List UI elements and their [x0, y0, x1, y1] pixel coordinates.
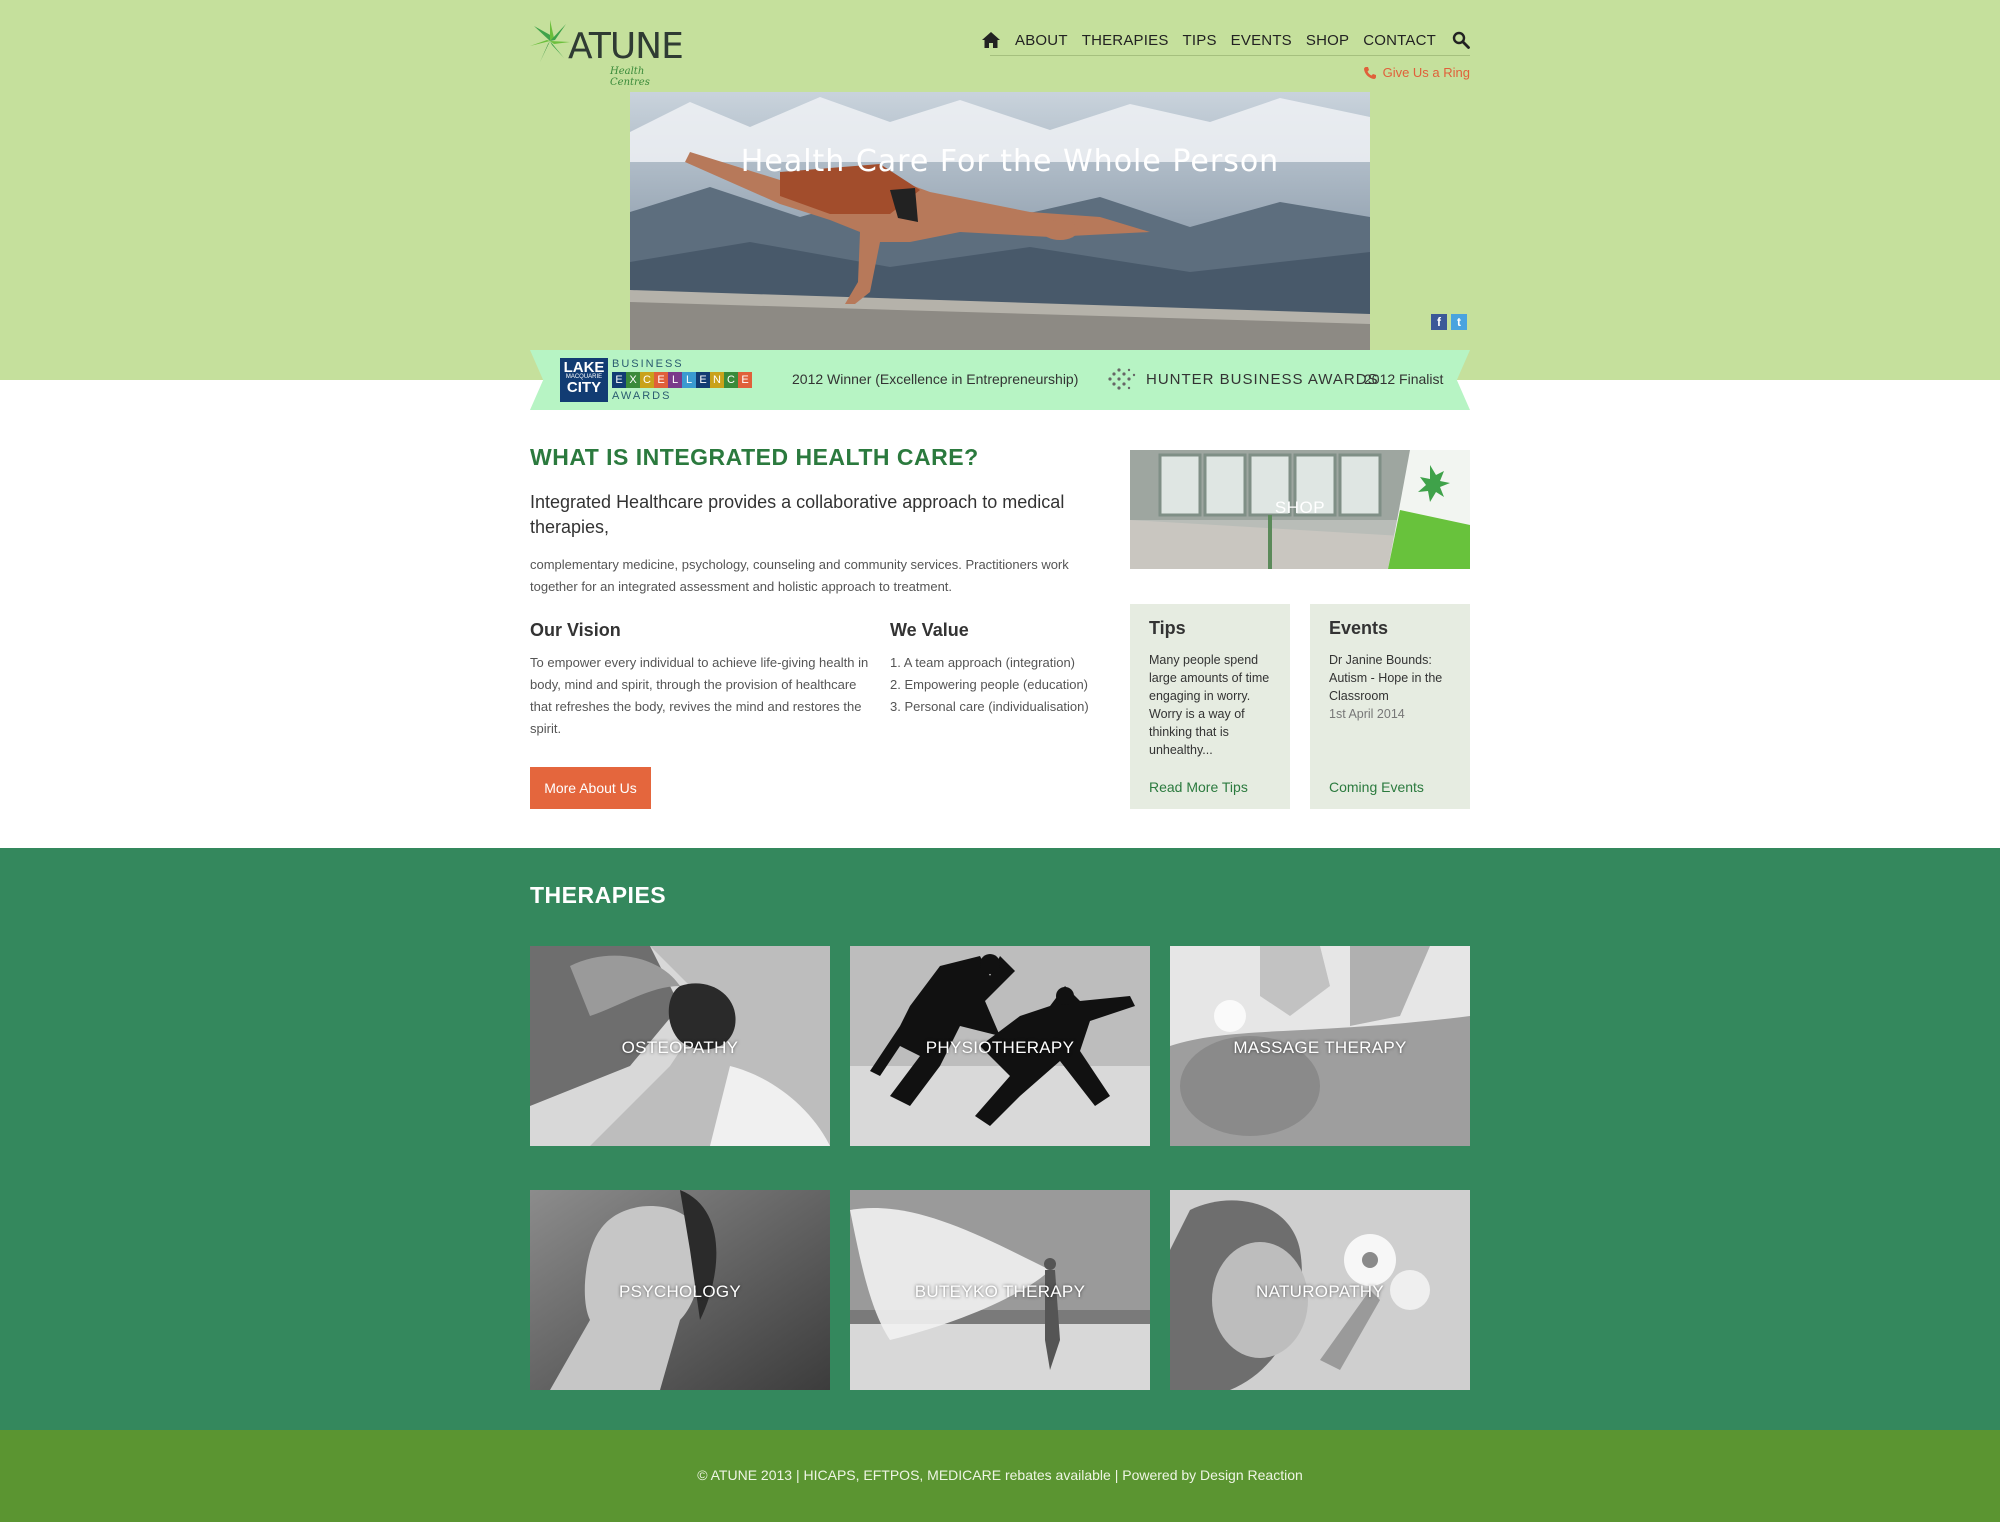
phone-icon [1363, 66, 1376, 79]
therapy-tile-buteyko[interactable]: BUTEYKO THERAPY [850, 1190, 1150, 1390]
excellence-letter: E [696, 372, 710, 388]
tips-card: Tips Many people spend large amounts of … [1130, 604, 1290, 809]
brand-tagline: Health Centres [610, 66, 650, 88]
excellence-letter: E [654, 372, 668, 388]
excellence-strip: EXCELLENCE [612, 372, 752, 388]
ring-label: Give Us a Ring [1382, 65, 1470, 80]
excellence-letter: L [682, 372, 696, 388]
nav-about[interactable]: ABOUT [1015, 32, 1068, 49]
vision-text: To empower every individual to achieve l… [530, 655, 869, 736]
values-list: 1. A team approach (integration) 2. Empo… [890, 652, 1089, 718]
lake-city-word-business: BUSINESS [612, 358, 684, 370]
excellence-letter: X [626, 372, 640, 388]
tips-text: Many people spend large amounts of time … [1149, 653, 1270, 757]
give-us-a-ring-link[interactable]: Give Us a Ring [1363, 65, 1470, 80]
nav-events[interactable]: EVENTS [1231, 32, 1292, 49]
values-item: 2. Empowering people (education) [890, 677, 1089, 692]
physiotherapy-label: PHYSIOTHERAPY [925, 1038, 1075, 1057]
hero-yoga-image [630, 92, 1370, 350]
values-heading: We Value [890, 620, 969, 640]
therapies-section: THERAPIES OSTEOPATHY PHYSIOTHERAPY MASSA… [0, 848, 2000, 1430]
hero-banner: Health Care For the Whole Person [630, 92, 1370, 350]
excellence-letter: C [640, 372, 654, 388]
excellence-letter: L [668, 372, 682, 388]
therapy-tile-naturopathy[interactable]: NATUROPATHY [1170, 1190, 1470, 1390]
leaf-logo-icon [530, 20, 570, 62]
home-icon[interactable] [981, 30, 1001, 50]
hero-title: Health Care For the Whole Person [740, 144, 1280, 179]
footer-text: © ATUNE 2013 | HICAPS, EFTPOS, MEDICARE … [697, 1467, 1303, 1483]
excellence-letter: E [738, 372, 752, 388]
values-item: 1. A team approach (integration) [890, 655, 1076, 670]
excellence-letter: E [612, 372, 626, 388]
facebook-icon[interactable]: f [1431, 314, 1447, 330]
lake-city-awards-logo: LAKE MACQUARIE CITY BUSINESS EXCELLENCE … [560, 358, 752, 402]
search-icon[interactable] [1452, 31, 1470, 49]
vision-heading: Our Vision [530, 620, 621, 640]
intro-lead: Integrated Healthcare provides a collabo… [530, 492, 1065, 537]
lake-city-badge: LAKE MACQUARIE CITY [560, 358, 608, 402]
twitter-icon[interactable]: t [1451, 314, 1467, 330]
atune-logo[interactable]: ATUNE Health Centres [530, 18, 684, 88]
massage-therapy-label: MASSAGE THERAPY [1233, 1038, 1407, 1057]
nav-shop[interactable]: SHOP [1306, 32, 1349, 49]
event-date: 1st April 2014 [1329, 707, 1405, 721]
therapies-heading: THERAPIES [530, 882, 667, 908]
nav-divider [990, 55, 1470, 56]
hunter-awards-logo: HUNTER BUSINESS AWARDS [1104, 366, 1379, 392]
therapy-tile-psychology[interactable]: PSYCHOLOGY [530, 1190, 830, 1390]
awards-ribbon: LAKE MACQUARIE CITY BUSINESS EXCELLENCE … [530, 350, 1470, 410]
intro-heading: WHAT IS INTEGRATED HEALTH CARE? [530, 444, 979, 470]
buteyko-therapy-label: BUTEYKO THERAPY [914, 1282, 1086, 1301]
lake-city-award-text: 2012 Winner (Excellence in Entrepreneurs… [792, 371, 1079, 387]
lake-city-word-awards: AWARDS [612, 390, 672, 402]
shop-label: SHOP [1274, 498, 1326, 517]
more-about-us-button[interactable]: More About Us [530, 767, 651, 809]
event-title[interactable]: Dr Janine Bounds: Autism - Hope in the C… [1329, 651, 1451, 705]
naturopathy-label: NATUROPATHY [1256, 1282, 1384, 1301]
therapy-tile-osteopathy[interactable]: OSTEOPATHY [530, 946, 830, 1146]
hunter-awards-name: HUNTER BUSINESS AWARDS [1146, 370, 1379, 388]
main-nav: ABOUT THERAPIES TIPS EVENTS SHOP CONTACT [981, 30, 1470, 50]
nav-contact[interactable]: CONTACT [1363, 32, 1436, 49]
values-item: 3. Personal care (individualisation) [890, 699, 1089, 714]
therapy-tile-massage[interactable]: MASSAGE THERAPY [1170, 946, 1470, 1146]
coming-events-link[interactable]: Coming Events [1329, 779, 1424, 795]
hunter-award-text: 2012 Finalist [1364, 371, 1444, 387]
excellence-letter: N [710, 372, 724, 388]
psychology-label: PSYCHOLOGY [618, 1282, 742, 1301]
events-card: Events Dr Janine Bounds: Autism - Hope i… [1310, 604, 1470, 809]
nav-tips[interactable]: TIPS [1183, 32, 1217, 49]
brand-name: ATUNE [568, 26, 684, 67]
osteopathy-label: OSTEOPATHY [621, 1038, 739, 1057]
social-links: f t [1431, 314, 1467, 330]
site-footer: © ATUNE 2013 | HICAPS, EFTPOS, MEDICARE … [0, 1430, 2000, 1522]
nav-therapies[interactable]: THERAPIES [1082, 32, 1169, 49]
read-more-tips-link[interactable]: Read More Tips [1149, 779, 1248, 795]
excellence-letter: C [724, 372, 738, 388]
tips-heading: Tips [1149, 618, 1186, 638]
events-heading: Events [1329, 618, 1389, 638]
therapy-tile-physiotherapy[interactable]: PHYSIOTHERAPY [850, 946, 1150, 1146]
shop-card[interactable]: SHOP [1130, 450, 1470, 569]
hunter-dots-icon [1108, 368, 1136, 390]
intro-body: complementary medicine, psychology, coun… [530, 557, 1069, 594]
